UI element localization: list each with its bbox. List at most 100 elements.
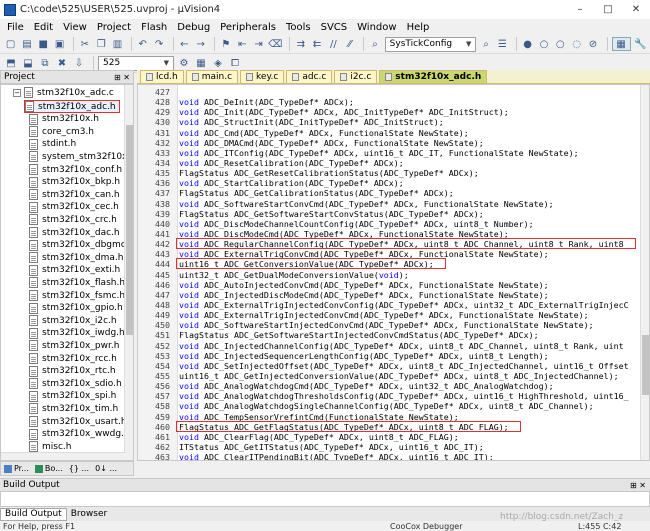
- rebuild-icon[interactable]: ⧉: [38, 56, 52, 70]
- project-hscrollbar[interactable]: [1, 452, 126, 460]
- kill-breakpoints-icon[interactable]: ◌: [570, 37, 583, 51]
- tree-file-item[interactable]: stm32f10x_dac.h: [29, 226, 120, 239]
- editor-tab[interactable]: lcd.h: [140, 70, 184, 83]
- code-line[interactable]: 454 void ADC_SetInjectedOffset(ADC_TypeDe…: [138, 361, 642, 371]
- code-line[interactable]: 444 uint16_t ADC_GetConversionValue(ADC_T…: [138, 259, 642, 269]
- scrollbar-thumb[interactable]: [642, 335, 649, 395]
- menu-svcs[interactable]: SVCS: [316, 22, 353, 33]
- menu-window[interactable]: Window: [352, 22, 401, 33]
- editor-scrollbar[interactable]: [640, 85, 649, 460]
- function-combo[interactable]: SysTickConfig ▼: [384, 36, 477, 52]
- tab-books[interactable]: Bo...: [32, 464, 66, 473]
- paste-icon[interactable]: ▥: [111, 37, 124, 51]
- incremental-find-icon[interactable]: ☰: [496, 37, 509, 51]
- tree-file-item[interactable]: stm32f10x_i2c.h: [29, 314, 117, 327]
- editor-tab[interactable]: adc.c: [286, 70, 333, 83]
- code-line[interactable]: 447 void ADC_InjectedDiscModeCmd(ADC_Type…: [138, 290, 642, 300]
- code-line[interactable]: 435 FlagStatus ADC_GetResetCalibrationSta…: [138, 168, 642, 178]
- tree-file-item[interactable]: stm32f10x_tim.h: [29, 402, 118, 415]
- code-line[interactable]: 446 void ADC_AutoInjectedConvCmd(ADC_Type…: [138, 280, 642, 290]
- configure-icon[interactable]: 🔧: [634, 37, 647, 51]
- collapse-icon[interactable]: −: [13, 88, 21, 97]
- window-layout-icon[interactable]: ▦: [611, 37, 631, 51]
- code-line[interactable]: 442 void ADC_RegularChannelConfig(ADC_Typ…: [138, 239, 642, 249]
- tree-file-item[interactable]: stm32f10x_adc.h: [24, 100, 120, 113]
- tab-project[interactable]: Pr...: [1, 464, 32, 473]
- tree-file-item[interactable]: stm32f10x.h: [29, 113, 99, 126]
- code-line[interactable]: 436 void ADC_StartCalibration(ADC_TypeDef…: [138, 178, 642, 188]
- tree-file-item[interactable]: stm32f10x_rtc.h: [29, 365, 116, 378]
- tree-file-item[interactable]: stm32f10x_crc.h: [29, 213, 117, 226]
- undo-icon[interactable]: ↶: [136, 37, 149, 51]
- code-line[interactable]: 443 void ADC_ExternalTrigConvCmd(ADC_Type…: [138, 249, 642, 259]
- disable-breakpoint-icon[interactable]: ○: [554, 37, 567, 51]
- breakpoint-icon[interactable]: ○: [537, 37, 550, 51]
- tree-file-item[interactable]: stm32f10x_wwdg.h: [29, 428, 130, 441]
- code-line[interactable]: 456 void ADC_AnalogWatchdogCmd(ADC_TypeDe…: [138, 381, 642, 391]
- tree-file-item[interactable]: stm32f10x_dbgmcu: [29, 239, 131, 252]
- code-line[interactable]: 452 void ADC_InjectedChannelConfig(ADC_Ty…: [138, 341, 642, 351]
- redo-icon[interactable]: ↷: [152, 37, 165, 51]
- tree-file-item[interactable]: stm32f10x_sdio.h: [29, 377, 122, 390]
- comment-icon[interactable]: //: [327, 37, 340, 51]
- scrollbar-thumb[interactable]: [126, 125, 133, 335]
- select-packs-icon[interactable]: ◈: [211, 56, 225, 70]
- code-line[interactable]: 437 FlagStatus ADC_GetCalibrationStatus(A…: [138, 188, 642, 198]
- tree-file-item[interactable]: stm32f10x_usart.h: [29, 415, 127, 428]
- code-line[interactable]: 440 void ADC_DiscModeChannelCountConfig(A…: [138, 219, 642, 229]
- build-icon[interactable]: ⬓: [21, 56, 35, 70]
- nav-forward-icon[interactable]: →: [194, 37, 207, 51]
- code-line[interactable]: 449 void ADC_ExternalTrigInjectedConvCmd(…: [138, 310, 642, 320]
- close-button[interactable]: ✕: [622, 0, 650, 19]
- open-file-icon[interactable]: ▤: [20, 37, 33, 51]
- find-icon[interactable]: ⌕: [479, 37, 492, 51]
- stop-build-icon[interactable]: ✖: [55, 56, 69, 70]
- menu-view[interactable]: View: [58, 22, 92, 33]
- tree-file-item[interactable]: stm32f10x_bkp.h: [29, 176, 120, 189]
- tab-browser[interactable]: Browser: [67, 508, 111, 521]
- tree-file-item[interactable]: core_cm3.h: [29, 125, 94, 138]
- tree-file-item[interactable]: stm32f10x_dma.h: [29, 251, 123, 264]
- minimize-button[interactable]: –: [566, 0, 594, 19]
- tab-functions[interactable]: {} ...: [66, 464, 92, 473]
- manage-components-icon[interactable]: ▦: [194, 56, 208, 70]
- uncomment-icon[interactable]: ⁄⁄: [343, 37, 356, 51]
- tree-file-item[interactable]: stm32f10x_gpio.h: [29, 302, 123, 315]
- code-line[interactable]: 457 void ADC_AnalogWatchdogThresholdsConf…: [138, 391, 642, 401]
- menu-debug[interactable]: Debug: [172, 22, 215, 33]
- code-line[interactable]: 439 FlagStatus ADC_GetSoftwareStartConvSt…: [138, 209, 642, 219]
- code-line[interactable]: 451 FlagStatus ADC_GetSoftwareStartInject…: [138, 330, 642, 340]
- download-icon[interactable]: ⇩: [72, 56, 86, 70]
- tree-file-item[interactable]: stm32f10x_rcc.h: [29, 352, 117, 365]
- cut-icon[interactable]: ✂: [78, 37, 91, 51]
- indent-icon[interactable]: ⇉: [294, 37, 307, 51]
- debug-start-icon[interactable]: ●: [521, 37, 534, 51]
- menu-tools[interactable]: Tools: [281, 22, 316, 33]
- code-editor[interactable]: 427 428 void ADC_DeInit(ADC_TypeDef* ADCx)…: [137, 84, 650, 461]
- prev-bookmark-icon[interactable]: ⇤: [236, 37, 249, 51]
- target-combo[interactable]: 525 ▼: [98, 55, 174, 71]
- tree-file-item[interactable]: stm32f10x_iwdg.h: [29, 327, 125, 340]
- editor-tab[interactable]: main.c: [185, 70, 239, 83]
- code-line[interactable]: 450 void ADC_SoftwareStartInjectedConvCmd…: [138, 320, 642, 330]
- tree-file-item[interactable]: stm32f10x_exti.h: [29, 264, 120, 277]
- code-line[interactable]: 433 void ADC_ITConfig(ADC_TypeDef* ADCx, …: [138, 148, 642, 158]
- tree-file-item[interactable]: system_stm32f10x.h: [29, 150, 133, 163]
- save-icon[interactable]: ■: [37, 37, 50, 51]
- code-line[interactable]: 429 void ADC_Init(ADC_TypeDef* ADCx, ADC_…: [138, 107, 642, 117]
- tree-file-item[interactable]: stm32f10x_can.h: [29, 188, 120, 201]
- tree-file-item[interactable]: stm32f10x_cec.h: [29, 201, 119, 214]
- save-all-icon[interactable]: ▣: [53, 37, 66, 51]
- menu-project[interactable]: Project: [92, 22, 136, 33]
- tree-root-node[interactable]: − stm32f10x_adc.c: [13, 87, 114, 98]
- tab-build-output[interactable]: Build Output: [0, 507, 67, 521]
- bookmark-icon[interactable]: ⚑: [219, 37, 232, 51]
- clear-bookmarks-icon[interactable]: ⌫: [268, 37, 282, 51]
- code-line[interactable]: 460 FlagStatus ADC_GetFlagStatus(ADC_Type…: [138, 422, 642, 432]
- editor-tab[interactable]: stm32f10x_adc.h: [379, 70, 488, 83]
- code-line[interactable]: 430 void ADC_StructInit(ADC_InitTypeDef* …: [138, 117, 642, 127]
- menu-peripherals[interactable]: Peripherals: [215, 22, 281, 33]
- code-line[interactable]: 463 void ADC_ClearITPendingBit(ADC_TypeDe…: [138, 452, 642, 460]
- code-area[interactable]: 427 428 void ADC_DeInit(ADC_TypeDef* ADCx)…: [138, 87, 642, 460]
- clear-breakpoints-icon[interactable]: ⊘: [586, 37, 599, 51]
